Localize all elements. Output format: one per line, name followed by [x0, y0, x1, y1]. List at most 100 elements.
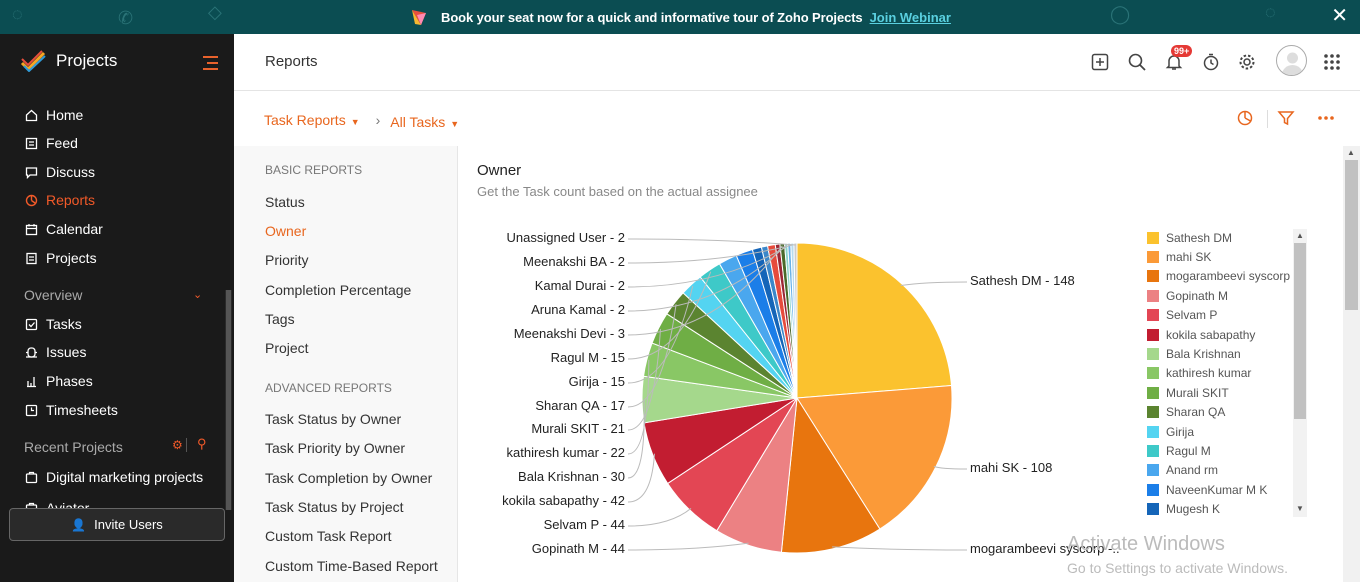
scroll-up-icon[interactable]: ▲	[1296, 231, 1304, 240]
notification-badge: 99+	[1171, 45, 1193, 57]
filter-settings-icon[interactable]: ⚙	[172, 438, 183, 452]
legend-swatch	[1147, 483, 1159, 496]
report-item-task-status-by-project[interactable]: Task Status by Project	[265, 499, 404, 515]
sidebar-item-home[interactable]: Home	[0, 102, 234, 128]
top-bar: Reports	[234, 34, 1360, 91]
brand[interactable]: Projects	[20, 50, 117, 72]
more-options-icon[interactable]	[1316, 108, 1336, 128]
scroll-up-icon[interactable]: ▲	[1347, 148, 1355, 157]
scroll-down-icon[interactable]: ▼	[1296, 504, 1304, 513]
chart-type-icon[interactable]	[1235, 108, 1255, 128]
sidebar-item-phases[interactable]: Phases	[0, 368, 234, 394]
page-scrollbar[interactable]: ▲	[1343, 146, 1360, 582]
projects-icon	[24, 251, 38, 265]
legend-item[interactable]: Sathesh DM	[1147, 228, 1307, 247]
legend-item[interactable]: Girija	[1147, 422, 1307, 441]
report-item-owner[interactable]: Owner	[265, 223, 306, 239]
apps-grid-icon[interactable]	[1322, 52, 1342, 72]
legend-item[interactable]: Gopinath M	[1147, 286, 1307, 305]
report-item-custom-time-based-report[interactable]: Custom Time-Based Report	[265, 558, 438, 574]
sidebar-item-label: Home	[46, 107, 84, 123]
report-item-status[interactable]: Status	[265, 194, 305, 210]
legend-item[interactable]: Anand rm	[1147, 461, 1307, 480]
add-icon[interactable]	[1090, 52, 1110, 72]
legend-item[interactable]: Bala Krishnan	[1147, 344, 1307, 363]
sidebar-item-label: Issues	[46, 344, 87, 360]
report-title: Owner	[477, 162, 522, 179]
search-icon[interactable]	[1127, 52, 1147, 72]
legend-label: mogarambeevi syscorp	[1166, 269, 1291, 284]
sidebar-item-label: Digital marketing projects	[46, 469, 204, 485]
invite-users-button[interactable]: 👤 Invite Users	[9, 508, 225, 541]
legend-item[interactable]: NaveenKumar M K	[1147, 480, 1307, 499]
legend-label: mahi SK	[1166, 250, 1212, 265]
legend-item[interactable]: mogarambeevi syscorp	[1147, 267, 1307, 286]
legend-item[interactable]: Selvam P	[1147, 306, 1307, 325]
pie-label: Selvam P - 44	[543, 517, 625, 532]
legend-swatch	[1147, 328, 1159, 341]
search-icon[interactable]: ⚲	[197, 436, 207, 452]
sidebar-scrollbar[interactable]	[225, 290, 232, 510]
legend-item[interactable]: mahi SK	[1147, 247, 1307, 266]
report-item-task-status-by-owner[interactable]: Task Status by Owner	[265, 411, 401, 427]
add-user-icon: 👤	[71, 517, 87, 532]
decor-icon: ◌	[1265, 2, 1276, 22]
legend-item[interactable]: Sharan QA	[1147, 403, 1307, 422]
legend-scrollbar[interactable]: ▲ ▼	[1293, 229, 1307, 517]
legend-swatch	[1147, 425, 1159, 438]
legend-label: Ragul M	[1166, 443, 1211, 458]
pie-label: Meenakshi Devi - 3	[513, 326, 625, 341]
report-item-completion-percentage[interactable]: Completion Percentage	[265, 282, 411, 298]
pie-label: Gopinath M - 44	[531, 541, 625, 556]
sidebar-item-reports[interactable]: Reports	[0, 187, 234, 213]
sidebar-item-feed[interactable]: Feed	[0, 130, 234, 156]
report-type-dropdown[interactable]: Task Reports ▼	[264, 112, 360, 128]
pie-label: Sathesh DM - 148	[970, 273, 1075, 288]
legend-swatch	[1147, 386, 1159, 399]
sidebar-item-discuss[interactable]: Discuss	[0, 159, 234, 185]
join-webinar-link[interactable]: Join Webinar	[870, 10, 951, 25]
legend-item[interactable]: Murali SKIT	[1147, 383, 1307, 402]
legend-item[interactable]: Ragul M	[1147, 441, 1307, 460]
legend-label: Sathesh DM	[1166, 230, 1233, 245]
pie-label: Murali SKIT - 21	[531, 421, 625, 436]
chevron-down-icon[interactable]: ⌄	[193, 288, 202, 301]
menu-toggle-icon[interactable]	[203, 56, 218, 74]
legend-item[interactable]: Mugesh K	[1147, 499, 1307, 518]
report-item-project[interactable]: Project	[265, 340, 309, 356]
legend-item[interactable]: kokila sabapathy	[1147, 325, 1307, 344]
report-item-tags[interactable]: Tags	[265, 311, 295, 327]
legend-swatch	[1147, 289, 1159, 302]
close-banner-icon[interactable]: ✕	[1331, 6, 1348, 26]
invite-users-label: Invite Users	[94, 517, 163, 532]
sidebar-item-issues[interactable]: Issues	[0, 339, 234, 365]
report-item-task-priority-by-owner[interactable]: Task Priority by Owner	[265, 440, 405, 456]
sidebar-item-calendar[interactable]: Calendar	[0, 216, 234, 242]
sidebar-item-projects[interactable]: Projects	[0, 245, 234, 271]
overview-section-header[interactable]: Overview	[24, 287, 82, 303]
sidebar-item-label: Calendar	[46, 221, 103, 237]
pie-connector-line	[627, 238, 796, 246]
filter-dropdown[interactable]: All Tasks ▼	[390, 114, 459, 130]
filter-icon[interactable]	[1276, 108, 1296, 128]
sidebar-item-tasks[interactable]: Tasks	[0, 311, 234, 337]
report-item-task-completion-by-owner[interactable]: Task Completion by Owner	[265, 470, 432, 486]
avatar[interactable]	[1276, 45, 1307, 76]
page-scroll-thumb[interactable]	[1345, 160, 1358, 310]
legend-swatch	[1147, 464, 1159, 477]
legend-item[interactable]: kathiresh kumar	[1147, 364, 1307, 383]
sidebar-item-recent-project[interactable]: Digital marketing projects	[0, 464, 234, 490]
gear-icon[interactable]	[1237, 52, 1257, 72]
brand-name: Projects	[56, 51, 118, 70]
pie-slice-sathesh-dm[interactable]	[796, 242, 953, 399]
pie-connector-line	[627, 542, 749, 551]
sidebar-item-label: Discuss	[46, 164, 96, 180]
report-item-custom-task-report[interactable]: Custom Task Report	[265, 528, 392, 544]
sidebar-item-timesheets[interactable]: Timesheets	[0, 397, 234, 423]
legend-label: Girija	[1166, 424, 1195, 439]
home-icon	[24, 108, 38, 122]
report-item-priority[interactable]: Priority	[265, 252, 309, 268]
legend-scroll-thumb[interactable]	[1294, 243, 1306, 419]
sidebar-item-label: Tasks	[46, 316, 82, 332]
timer-icon[interactable]	[1201, 52, 1221, 72]
